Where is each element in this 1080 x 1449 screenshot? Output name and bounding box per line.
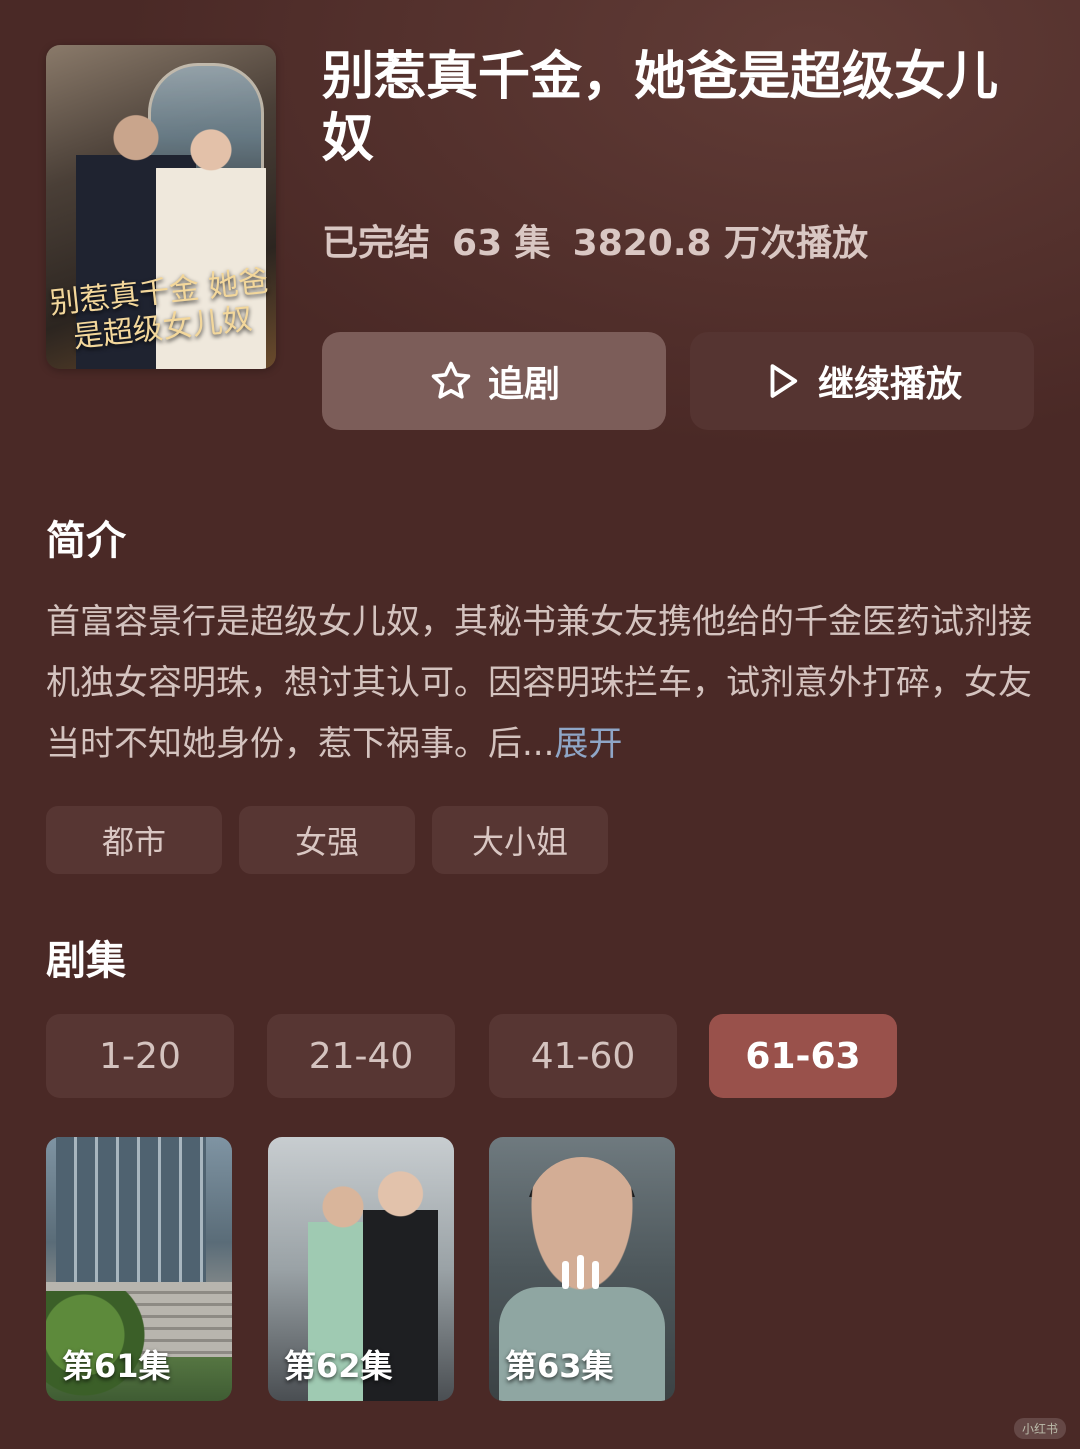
episode-card[interactable]: 第61集	[46, 1137, 232, 1401]
episode-label: 第61集	[62, 1347, 171, 1385]
show-meta: 已完结 63 集 3820.8 万次播放	[322, 214, 890, 266]
intro-heading: 简介	[46, 518, 126, 564]
tag-chip[interactable]: 大小姐	[432, 806, 608, 874]
continue-play-button[interactable]: 继续播放	[690, 332, 1034, 430]
status-text: 已完结	[322, 223, 431, 264]
episode-label: 第63集	[505, 1347, 614, 1385]
tag-chip[interactable]: 都市	[46, 806, 222, 874]
intro-body: 首富容景行是超级女儿奴，其秘书兼女友携他给的千金医药试剂接机独女容明珠，想讨其认…	[46, 602, 1032, 764]
episode-card[interactable]: 第62集	[268, 1137, 454, 1401]
episode-count: 63 集	[452, 223, 551, 264]
episode-card-current[interactable]: 第63集	[489, 1137, 675, 1401]
intro-text: 首富容景行是超级女儿奴，其秘书兼女友携他给的千金医药试剂接机独女容明珠，想讨其认…	[46, 592, 1036, 775]
episode-label: 第62集	[284, 1347, 393, 1385]
episodes-heading: 剧集	[46, 938, 126, 984]
play-count: 3820.8 万次播放	[572, 223, 869, 264]
watermark: 小红书	[1013, 1418, 1066, 1439]
now-playing-icon	[562, 1255, 599, 1289]
episode-range-tab[interactable]: 41-60	[489, 1014, 677, 1098]
show-poster[interactable]: 别惹真千金 她爸是超级女儿奴	[46, 45, 276, 369]
follow-label: 追剧	[487, 364, 560, 405]
continue-play-label: 继续播放	[817, 364, 962, 405]
play-icon	[762, 358, 804, 404]
episode-range-tab[interactable]: 21-40	[267, 1014, 455, 1098]
episode-range-tab-active[interactable]: 61-63	[709, 1014, 897, 1098]
star-icon	[428, 359, 474, 403]
tag-chip[interactable]: 女强	[239, 806, 415, 874]
episode-range-tab[interactable]: 1-20	[46, 1014, 234, 1098]
follow-button[interactable]: 追剧	[322, 332, 666, 430]
episode-thumbnail-building	[56, 1137, 206, 1287]
expand-link[interactable]: 展开	[554, 724, 622, 764]
show-title: 别惹真千金，她爸是超级女儿奴	[322, 47, 999, 169]
